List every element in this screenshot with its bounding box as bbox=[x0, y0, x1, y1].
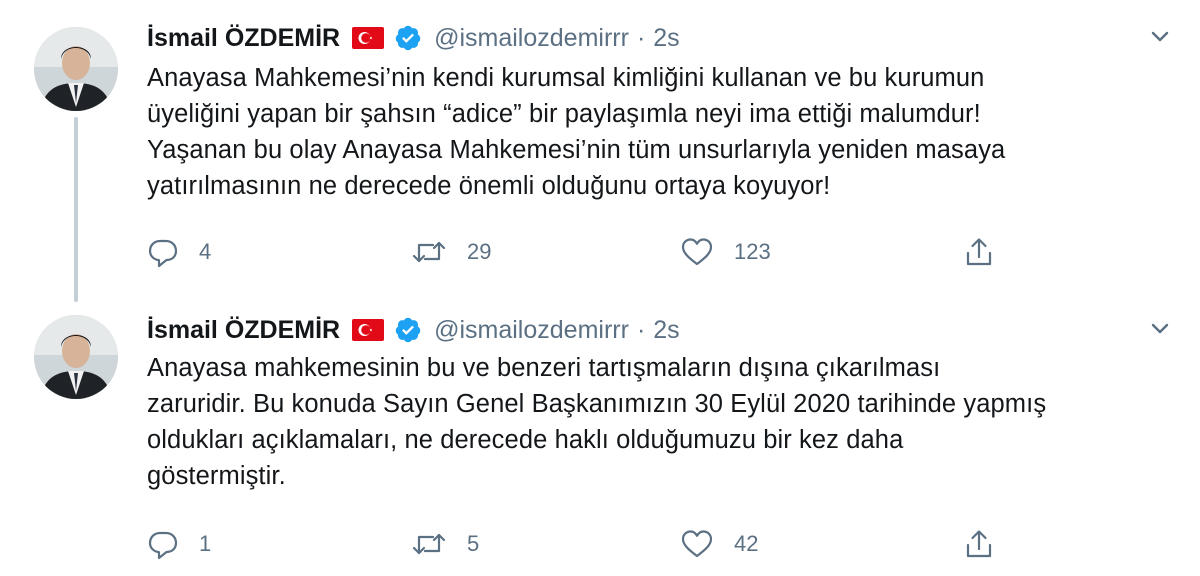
reply-count: 1 bbox=[199, 531, 212, 556]
tweet-text-line: oldukları açıklamaları, ne derecede hakl… bbox=[147, 426, 904, 454]
tweet-text-line: yatırılmasının ne derecede önemli olduğu… bbox=[147, 172, 831, 200]
reply-icon bbox=[147, 528, 179, 560]
turkey-flag-icon bbox=[352, 27, 385, 49]
tweet-time[interactable]: 2s bbox=[653, 316, 679, 345]
reply-icon bbox=[147, 236, 179, 268]
heart-icon bbox=[680, 236, 714, 268]
heart-icon bbox=[680, 528, 714, 560]
like-count: 42 bbox=[734, 531, 759, 556]
share-button[interactable] bbox=[963, 526, 995, 562]
like-button[interactable]: 123 bbox=[680, 234, 771, 270]
tweet-header: İsmail ÖZDEMİR @ismailozdemirrr · 2s bbox=[147, 312, 680, 348]
tweet-header: İsmail ÖZDEMİR @ismailozdemirrr · 2s bbox=[147, 20, 680, 56]
reply-button[interactable]: 4 bbox=[147, 234, 211, 270]
author-handle[interactable]: @ismailozdemirrr bbox=[434, 24, 629, 53]
tweet-text-line: Anayasa Mahkemesi’nin kendi kurumsal kim… bbox=[147, 64, 985, 92]
separator-dot: · bbox=[636, 23, 646, 52]
verified-badge-icon bbox=[394, 24, 422, 52]
tweet-text-line: Anayasa mahkemesinin bu ve benzeri tartı… bbox=[147, 354, 941, 382]
retweet-count: 5 bbox=[467, 531, 480, 556]
reply-count: 4 bbox=[199, 239, 212, 264]
chevron-down-icon[interactable] bbox=[1146, 22, 1174, 50]
chevron-down-icon[interactable] bbox=[1146, 314, 1174, 342]
tweet-text-line: göstermiştir. bbox=[147, 462, 286, 490]
retweet-count: 29 bbox=[467, 239, 492, 264]
tweet-actions: 1 5 42 bbox=[147, 526, 1047, 562]
thread-line bbox=[74, 117, 78, 302]
separator-dot: · bbox=[636, 315, 646, 344]
author-handle[interactable]: @ismailozdemirrr bbox=[434, 316, 629, 345]
retweet-button[interactable]: 29 bbox=[411, 234, 491, 270]
like-count: 123 bbox=[734, 239, 771, 264]
retweet-icon bbox=[411, 528, 447, 560]
retweet-button[interactable]: 5 bbox=[411, 526, 479, 562]
tweet-text-line: Yaşanan bu olay Anayasa Mahkemesi’nin tü… bbox=[147, 136, 1006, 164]
tweet[interactable]: İsmail ÖZDEMİR @ismailozdemirrr · 2s Ana… bbox=[0, 300, 1200, 576]
tweet-text-line: üyeliğini yapan bir şahsın “adice” bir p… bbox=[147, 100, 981, 128]
author-name[interactable]: İsmail ÖZDEMİR bbox=[147, 24, 340, 53]
retweet-icon bbox=[411, 236, 447, 268]
like-button[interactable]: 42 bbox=[680, 526, 758, 562]
avatar[interactable] bbox=[34, 315, 118, 399]
avatar[interactable] bbox=[34, 27, 118, 111]
share-icon bbox=[963, 528, 995, 560]
tweet-actions: 4 29 123 bbox=[147, 234, 1047, 270]
share-button[interactable] bbox=[963, 234, 995, 270]
share-icon bbox=[963, 236, 995, 268]
author-name[interactable]: İsmail ÖZDEMİR bbox=[147, 316, 340, 345]
tweet-text: Anayasa Mahkemesi’nin kendi kurumsal kim… bbox=[147, 60, 1187, 204]
reply-button[interactable]: 1 bbox=[147, 526, 211, 562]
tweet-time[interactable]: 2s bbox=[653, 24, 679, 53]
tweet[interactable]: İsmail ÖZDEMİR @ismailozdemirrr · 2s Ana… bbox=[0, 0, 1200, 302]
turkey-flag-icon bbox=[352, 319, 385, 341]
tweet-text: Anayasa mahkemesinin bu ve benzeri tartı… bbox=[147, 350, 1187, 494]
verified-badge-icon bbox=[394, 316, 422, 344]
tweet-text-line: zaruridir. Bu konuda Sayın Genel Başkanı… bbox=[147, 390, 1047, 418]
